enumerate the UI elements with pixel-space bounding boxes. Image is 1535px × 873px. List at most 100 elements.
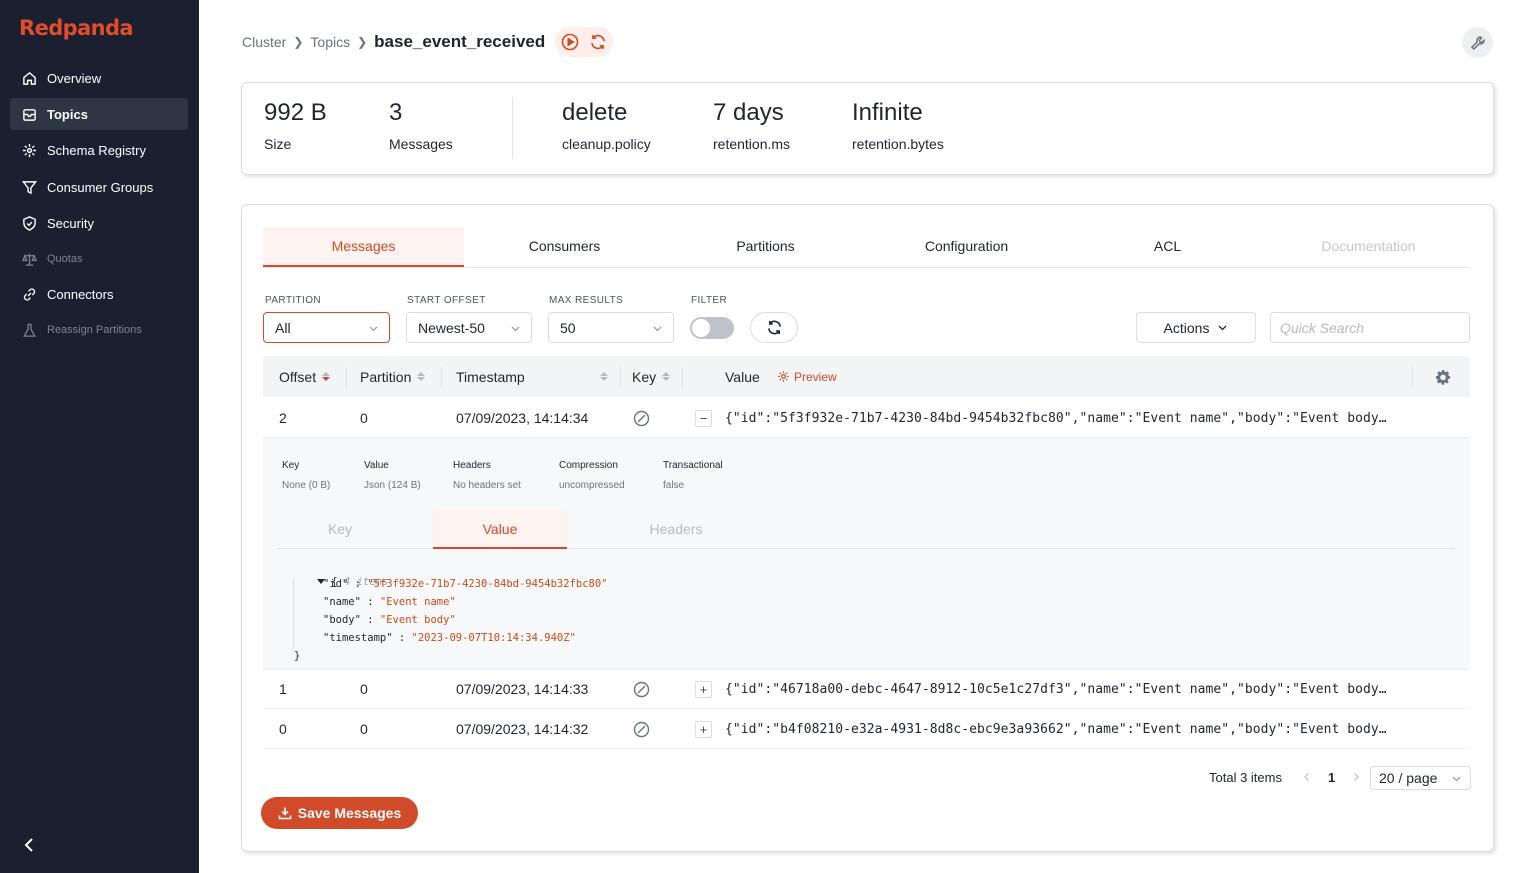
sidebar-item-label: Connectors xyxy=(47,286,114,302)
tools-button[interactable] xyxy=(1462,27,1493,58)
page-number[interactable]: 1 xyxy=(1328,766,1335,788)
sort-icon xyxy=(322,372,331,381)
column-value: Value xyxy=(725,356,760,397)
meta-key: Headers xyxy=(453,460,491,471)
message-detail: Key None (0 B) Value Json (124 B) Header… xyxy=(263,438,1470,670)
refresh-messages-button[interactable] xyxy=(750,312,798,343)
stat-retention-ms: 7 days retention.ms xyxy=(713,99,790,152)
detail-tab-key[interactable]: Key xyxy=(277,510,403,549)
page-size-value: 20 / page xyxy=(1379,770,1438,786)
cell-value: {"id":"5f3f932e-71b7-4230-84bd-9454b32fb… xyxy=(725,410,1387,426)
column-timestamp[interactable]: Timestamp xyxy=(456,356,608,397)
home-icon xyxy=(21,70,37,86)
no-key-icon xyxy=(633,709,650,749)
table-row[interactable]: 2 0 07/09/2023, 14:14:34 − {"id":"5f3f93… xyxy=(263,398,1470,438)
stat-value: Infinite xyxy=(852,99,923,126)
sidebar-item-label: Topics xyxy=(47,106,88,122)
stat-value: 992 B xyxy=(264,99,327,126)
json-root[interactable]: { 4 items xyxy=(279,564,388,588)
json-indent-guide xyxy=(293,578,294,650)
meta-key: Transactional xyxy=(663,460,723,471)
sidebar-item-security[interactable]: Security xyxy=(10,207,188,239)
breadcrumb-topics[interactable]: Topics xyxy=(310,34,350,50)
divider xyxy=(512,97,513,159)
sidebar-item-label: Overview xyxy=(47,70,102,86)
partition-select[interactable]: All xyxy=(263,312,390,343)
play-icon[interactable] xyxy=(561,33,579,51)
sort-icon xyxy=(600,372,608,381)
column-label: Key xyxy=(632,368,657,385)
json-field: "body" : "Event body" xyxy=(323,614,456,626)
cell-partition: 0 xyxy=(360,721,368,737)
save-messages-button[interactable]: Save Messages xyxy=(261,797,418,829)
sidebar-item-label: Security xyxy=(47,215,94,231)
sidebar-item-label: Schema Registry xyxy=(47,142,146,158)
tab-configuration[interactable]: Configuration xyxy=(866,227,1067,267)
topic-tabs: Messages Consumers Partitions Configurat… xyxy=(263,227,1470,268)
scale-icon xyxy=(21,251,37,267)
expand-row-button[interactable]: + xyxy=(695,721,712,738)
start-offset-select[interactable]: Newest-50 xyxy=(406,312,532,343)
sidebar-item-schema-registry[interactable]: Schema Registry xyxy=(10,134,188,166)
sidebar-item-topics[interactable]: Topics xyxy=(10,98,188,130)
preview-button[interactable]: Preview xyxy=(777,356,837,397)
page-size-select[interactable]: 20 / page xyxy=(1370,766,1471,790)
filter-icon xyxy=(21,179,37,195)
meta-value: None (0 B) xyxy=(282,480,331,491)
cell-timestamp: 07/09/2023, 14:14:33 xyxy=(456,681,589,697)
chevron-right-icon: ❯ xyxy=(357,35,368,49)
quick-search-input[interactable] xyxy=(1270,312,1470,343)
tab-consumers[interactable]: Consumers xyxy=(464,227,665,267)
json-field: "id" : "5f3f932e-71b7-4230-84bd-9454b32f… xyxy=(323,578,608,590)
save-messages-label: Save Messages xyxy=(297,805,402,821)
tab-acl[interactable]: ACL xyxy=(1067,227,1268,267)
tab-partitions[interactable]: Partitions xyxy=(665,227,866,267)
chevron-down-icon xyxy=(511,326,520,332)
refresh-icon xyxy=(767,320,781,335)
expand-row-button[interactable]: + xyxy=(695,681,712,698)
table-row[interactable]: 0 0 07/09/2023, 14:14:32 + {"id":"b4f082… xyxy=(263,709,1470,749)
sidebar-item-overview[interactable]: Overview xyxy=(10,62,188,94)
shield-icon xyxy=(21,215,37,231)
refresh-icon[interactable] xyxy=(589,33,607,51)
breadcrumb: Cluster ❯ Topics ❯ base_event_received xyxy=(242,27,614,57)
max-results-select[interactable]: 50 xyxy=(548,312,674,343)
detail-tab-headers[interactable]: Headers xyxy=(607,510,745,549)
actions-label: Actions xyxy=(1163,319,1210,336)
sidebar-item-reassign-partitions: Reassign Partitions xyxy=(10,314,188,346)
stat-label: cleanup.policy xyxy=(562,136,651,152)
brand-logo[interactable]: Redpanda xyxy=(19,16,134,40)
column-separator xyxy=(1412,367,1413,387)
sort-icon xyxy=(662,372,671,381)
cell-timestamp: 07/09/2023, 14:14:34 xyxy=(456,410,589,426)
next-page-button[interactable] xyxy=(1351,766,1361,788)
sidebar-item-consumer-groups[interactable]: Consumer Groups xyxy=(10,171,188,203)
table-row[interactable]: 1 0 07/09/2023, 14:14:33 + {"id":"46718a… xyxy=(263,669,1470,709)
cell-offset: 0 xyxy=(279,721,287,737)
column-offset[interactable]: Offset xyxy=(279,356,331,397)
column-separator xyxy=(441,367,442,387)
detail-tab-value[interactable]: Value xyxy=(433,510,567,549)
collapse-row-button[interactable]: − xyxy=(695,410,712,427)
toggle-knob xyxy=(692,319,710,337)
tab-messages[interactable]: Messages xyxy=(263,227,464,267)
cell-partition: 0 xyxy=(360,410,368,426)
column-label: Partition xyxy=(360,368,412,385)
stat-cleanup-policy: delete cleanup.policy xyxy=(562,99,651,152)
breadcrumb-cluster[interactable]: Cluster xyxy=(242,34,286,50)
filter-toggle[interactable] xyxy=(690,317,734,339)
meta-key: Key xyxy=(282,460,300,471)
no-key-icon xyxy=(633,398,650,438)
json-value: "Event body" xyxy=(379,614,456,626)
actions-dropdown[interactable]: Actions xyxy=(1136,312,1256,343)
prev-page-button[interactable] xyxy=(1302,766,1312,788)
stat-retention-bytes: Infinite retention.bytes xyxy=(852,99,944,152)
json-key: "body" xyxy=(323,614,361,626)
json-brace: } xyxy=(294,650,301,662)
column-key[interactable]: Key xyxy=(632,356,671,397)
collapse-sidebar-button[interactable] xyxy=(18,834,40,856)
column-partition[interactable]: Partition xyxy=(360,356,426,397)
column-settings-button[interactable] xyxy=(1435,356,1451,397)
sidebar-item-connectors[interactable]: Connectors xyxy=(10,278,188,310)
pagination-total: Total 3 items xyxy=(1209,769,1282,785)
